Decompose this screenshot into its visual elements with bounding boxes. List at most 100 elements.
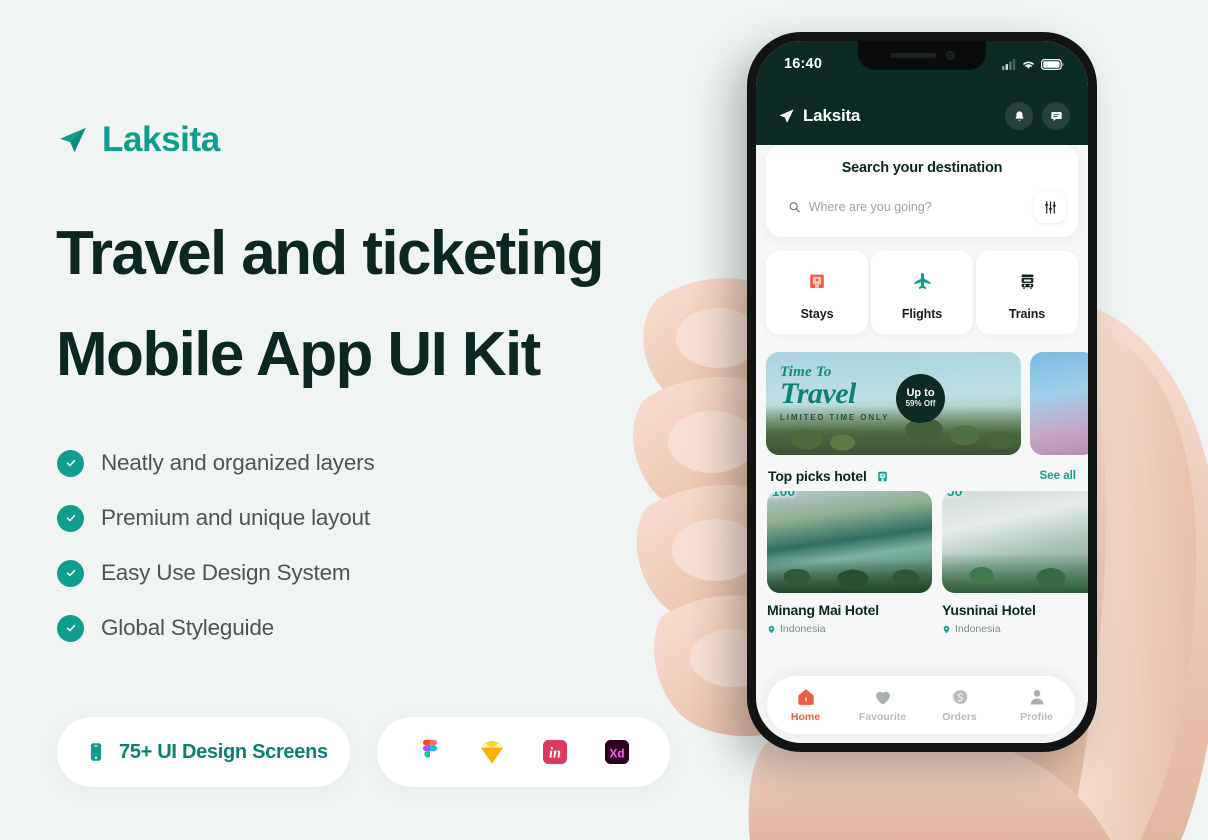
feature-list: Neatly and organized layers Premium and … [57,446,375,645]
nav-item-orders[interactable]: Orders [929,687,991,723]
brand-lockup: Laksita [58,120,220,160]
figma-logo-icon [423,739,438,758]
status-icons [1002,58,1064,70]
bell-icon [1015,110,1023,121]
brand-name: Laksita [102,120,220,159]
page-title: Travel and ticketing Mobile App UI Kit [56,219,604,389]
status-bar: 16:40 [756,41,1088,87]
battery-icon [1041,58,1064,70]
nav-label: Profile [1020,711,1053,723]
nav-item-profile[interactable]: Profile [1006,687,1068,723]
feature-item: Easy Use Design System [57,556,375,590]
svg-text:in: in [549,746,561,762]
hotel-name: Minang Mai Hotel [767,602,879,618]
header-actions [1005,102,1070,130]
category-label: Flights [901,307,943,321]
check-circle-icon [57,504,84,532]
screens-count-label: 75+ UI Design Screens [119,740,328,763]
sketch-logo-icon [481,740,504,764]
nav-label: Home [790,711,821,723]
front-camera-icon [945,51,955,60]
screens-count-pill: 75+ UI Design Screens [57,717,350,787]
feature-item: Premium and unique layout [57,501,375,535]
phone-device: 16:40 Laksita Search your destination Wh… [747,32,1097,752]
nav-item-home[interactable]: Home [775,687,837,723]
search-field[interactable] [778,190,1025,224]
search-row [778,190,1066,224]
filter-button[interactable] [1034,191,1066,223]
search-input[interactable] [808,200,1015,214]
nav-item-favourite[interactable]: Favourite [852,687,914,723]
app-header: Laksita [756,87,1088,145]
promo-title: Travel [780,377,856,410]
feature-item: Neatly and organized layers [57,446,375,480]
hotel-location-label: Indonesia [780,623,826,635]
promo-badge-bottom: 59% Off [905,399,936,409]
search-title: Search your destination [841,160,1003,176]
messages-button[interactable] [1042,102,1070,130]
status-time: 16:40 [784,56,823,72]
hotel-price: $50 [942,491,963,499]
send-icon [60,127,86,152]
feature-item: Global Styleguide [57,611,375,645]
promo-carousel: Time To Travel LIMITED TIME ONLY Up to 5… [766,352,1088,455]
category-trains[interactable]: Trains [976,251,1078,334]
app-brand-name: Laksita [803,106,861,125]
check-circle-icon [57,614,84,642]
invision-logo-icon: in [542,740,567,764]
feature-label: Easy Use Design System [101,560,351,585]
feature-label: Neatly and organized layers [101,450,375,475]
hotel-location: Indonesia [767,623,932,635]
orders-icon [951,690,967,704]
hotel-name: Yusninai Hotel [942,602,1036,618]
check-circle-icon [57,449,84,477]
send-icon [779,108,794,123]
promo-badge-top: Up to [906,387,935,400]
signal-icon [1002,58,1016,70]
sliders-icon [1044,200,1056,214]
top-picks-header: Top picks hotel See all [768,468,1076,484]
check-circle-icon [57,559,84,587]
category-flights[interactable]: Flights [871,251,973,334]
design-tools-pill: in Xd [377,717,670,787]
see-all-link[interactable]: See all [1040,470,1076,482]
chat-icon [1050,111,1062,121]
nav-label: Orders [942,711,977,723]
location-pin-icon [943,625,950,633]
heart-icon [875,691,890,705]
promo-discount-badge: Up to 59% Off [896,374,945,423]
hotel-card[interactable]: $50 Yusninai Hotel Indonesia [942,491,1088,635]
hotel-list: $100 Minang Mai Hotel Indonesia $50 Yusn… [767,491,1088,635]
airplane-icon [907,266,937,296]
home-icon [797,689,814,705]
marketing-panel: Laksita Travel and ticketing Mobile App … [0,0,700,840]
hotel-photo: $100 [767,491,932,593]
person-icon [1030,690,1043,705]
promo-banner[interactable]: Time To Travel LIMITED TIME ONLY Up to 5… [766,352,1021,455]
hotel-location-label: Indonesia [955,623,1001,635]
app-brand: Laksita [778,106,860,126]
hotel-icon [802,266,832,296]
search-icon [789,202,800,213]
section-title: Top picks hotel [768,468,867,484]
feature-label: Global Styleguide [101,615,274,640]
mobile-phone-icon [90,743,102,761]
category-stays[interactable]: Stays [766,251,868,334]
hotel-card[interactable]: $100 Minang Mai Hotel Indonesia [767,491,932,635]
train-icon [1012,266,1042,296]
notifications-button[interactable] [1005,102,1033,130]
location-pin-icon [768,625,775,633]
hotel-price: $100 [767,491,796,499]
category-label: Stays [800,307,834,321]
hotel-badge-icon [877,471,887,481]
phone-screen: 16:40 Laksita Search your destination Wh… [756,41,1088,743]
search-card: Search your destination [766,145,1078,237]
promo-banner-next[interactable] [1030,352,1088,455]
wifi-icon [1023,61,1034,69]
svg-text:Xd: Xd [609,747,624,760]
adobe-xd-logo-icon: Xd [604,740,629,764]
bottom-navigation: Home Favourite Orders Profile [767,676,1075,734]
category-list: Stays Flights Trains [766,251,1078,334]
phone-notch [858,41,986,70]
earpiece-speaker [889,53,936,58]
